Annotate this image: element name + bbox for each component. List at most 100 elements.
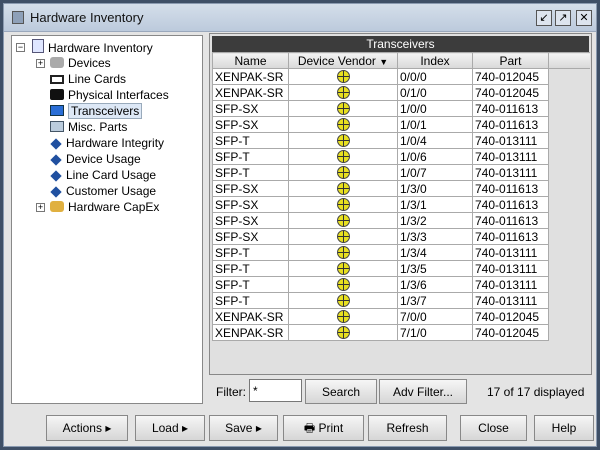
tree-item-hardware-inventory[interactable]: Hardware Inventory bbox=[32, 39, 153, 55]
cell-part: 740-011613 bbox=[472, 116, 549, 133]
cell-device-vendor bbox=[288, 308, 398, 325]
row-filler bbox=[548, 244, 590, 261]
cell-name: SFP-T bbox=[212, 292, 289, 309]
column-header-name[interactable]: Name bbox=[212, 52, 289, 69]
row-filler bbox=[548, 292, 590, 309]
cell-name: SFP-T bbox=[212, 148, 289, 165]
tree-item-label: Devices bbox=[68, 56, 111, 70]
cell-part: 740-012045 bbox=[472, 68, 549, 85]
column-header-label: Device Vendor bbox=[297, 53, 376, 68]
expand-toggle-icon[interactable]: − bbox=[16, 43, 25, 52]
cell-name: XENPAK-SR bbox=[212, 84, 289, 101]
tree-item-device-usage[interactable]: Device Usage bbox=[50, 151, 141, 167]
table-row[interactable]: SFP-T 1/0/6 740-013111 bbox=[212, 148, 590, 165]
cell-index: 1/0/0 bbox=[397, 100, 473, 117]
diamond-icon bbox=[50, 154, 62, 166]
cell-name: SFP-SX bbox=[212, 116, 289, 133]
table-row[interactable]: SFP-T 1/3/6 740-013111 bbox=[212, 276, 590, 293]
table-row[interactable]: XENPAK-SR 0/0/0 740-012045 bbox=[212, 68, 590, 85]
hardware-inventory-window: Hardware Inventory ↙ ↗ ✕ − Hardware Inven… bbox=[3, 3, 597, 447]
maximize-icon[interactable]: ↗ bbox=[555, 10, 571, 26]
cell-name: SFP-T bbox=[212, 260, 289, 277]
close-icon[interactable]: ✕ bbox=[576, 10, 592, 26]
app-icon bbox=[12, 11, 24, 24]
load-button[interactable]: Load ▸ bbox=[135, 415, 205, 441]
tree-item-line-card-usage[interactable]: Line Card Usage bbox=[50, 167, 156, 183]
table-row[interactable]: SFP-T 1/0/4 740-013111 bbox=[212, 132, 590, 149]
transceivers-table: Name Device Vendor ▼ Index Part XENPAK-S… bbox=[212, 52, 590, 341]
cell-part: 740-012045 bbox=[472, 84, 549, 101]
row-filler bbox=[548, 164, 590, 181]
sort-descending-icon: ▼ bbox=[379, 56, 389, 67]
cell-device-vendor bbox=[288, 180, 398, 197]
cell-part: 740-012045 bbox=[472, 324, 549, 341]
cell-index: 1/3/5 bbox=[397, 260, 473, 277]
cell-part: 740-011613 bbox=[472, 228, 549, 245]
print-button[interactable]: 🖶 Print bbox=[283, 415, 364, 441]
cell-index: 1/3/4 bbox=[397, 244, 473, 261]
table-row[interactable]: SFP-SX 1/3/2 740-011613 bbox=[212, 212, 590, 229]
column-header-device-vendor[interactable]: Device Vendor ▼ bbox=[288, 52, 398, 69]
cell-device-vendor bbox=[288, 196, 398, 213]
column-header-part[interactable]: Part bbox=[472, 52, 549, 69]
expand-toggle-icon[interactable]: + bbox=[36, 59, 45, 68]
tree-item-devices[interactable]: Devices bbox=[50, 55, 111, 71]
vendor-globe-icon bbox=[336, 245, 350, 259]
filter-input[interactable] bbox=[249, 379, 302, 402]
row-filler bbox=[548, 116, 590, 133]
line-card-icon bbox=[50, 75, 64, 84]
cell-part: 740-013111 bbox=[472, 260, 549, 277]
actions-button[interactable]: Actions ▸ bbox=[46, 415, 128, 441]
cell-index: 1/0/1 bbox=[397, 116, 473, 133]
cell-device-vendor bbox=[288, 116, 398, 133]
vendor-globe-icon bbox=[336, 101, 350, 115]
save-button[interactable]: Save ▸ bbox=[209, 415, 278, 441]
diamond-icon bbox=[50, 170, 62, 182]
cell-index: 1/3/7 bbox=[397, 292, 473, 309]
table-row[interactable]: SFP-SX 1/0/1 740-011613 bbox=[212, 116, 590, 133]
tree-item-hardware-capex[interactable]: Hardware CapEx bbox=[50, 199, 159, 215]
table-row[interactable]: XENPAK-SR 7/1/0 740-012045 bbox=[212, 324, 590, 341]
tree-item-transceivers[interactable]: Transceivers bbox=[50, 103, 143, 119]
cell-device-vendor bbox=[288, 212, 398, 229]
close-button[interactable]: Close bbox=[460, 415, 527, 441]
vendor-globe-icon bbox=[336, 69, 350, 83]
table-row[interactable]: XENPAK-SR 0/1/0 740-012045 bbox=[212, 84, 590, 101]
table-row[interactable]: SFP-T 1/3/7 740-013111 bbox=[212, 292, 590, 309]
cell-device-vendor bbox=[288, 68, 398, 85]
table-row[interactable]: SFP-SX 1/3/1 740-011613 bbox=[212, 196, 590, 213]
navigation-tree: − Hardware Inventory + Devices Line Cards Phy… bbox=[11, 35, 203, 404]
cell-device-vendor bbox=[288, 164, 398, 181]
table-row[interactable]: SFP-SX 1/3/3 740-011613 bbox=[212, 228, 590, 245]
expand-toggle-icon[interactable]: + bbox=[36, 203, 45, 212]
table-row[interactable]: XENPAK-SR 7/0/0 740-012045 bbox=[212, 308, 590, 325]
cell-device-vendor bbox=[288, 100, 398, 117]
help-button[interactable]: Help bbox=[534, 415, 594, 441]
transceiver-icon bbox=[50, 105, 64, 116]
restore-icon[interactable]: ↙ bbox=[536, 10, 552, 26]
cell-index: 0/0/0 bbox=[397, 68, 473, 85]
column-header-index[interactable]: Index bbox=[397, 52, 473, 69]
tree-item-misc-parts[interactable]: Misc. Parts bbox=[50, 119, 127, 135]
table-row[interactable]: SFP-SX 1/3/0 740-011613 bbox=[212, 180, 590, 197]
table-row[interactable]: SFP-T 1/3/5 740-013111 bbox=[212, 260, 590, 277]
cell-part: 740-013111 bbox=[472, 148, 549, 165]
tree-item-physical-interfaces[interactable]: Physical Interfaces bbox=[50, 87, 169, 103]
refresh-button[interactable]: Refresh bbox=[368, 415, 447, 441]
cell-index: 1/0/4 bbox=[397, 132, 473, 149]
search-button[interactable]: Search bbox=[305, 379, 377, 404]
column-filler bbox=[548, 52, 590, 69]
cell-device-vendor bbox=[288, 84, 398, 101]
cell-name: SFP-T bbox=[212, 132, 289, 149]
tree-item-line-cards[interactable]: Line Cards bbox=[50, 71, 126, 87]
row-filler bbox=[548, 308, 590, 325]
table-row[interactable]: SFP-T 1/3/4 740-013111 bbox=[212, 244, 590, 261]
tree-item-hardware-integrity[interactable]: Hardware Integrity bbox=[50, 135, 164, 151]
table-row[interactable]: SFP-T 1/0/7 740-013111 bbox=[212, 164, 590, 181]
tree-item-customer-usage[interactable]: Customer Usage bbox=[50, 183, 156, 199]
adv-filter-button[interactable]: Adv Filter... bbox=[379, 379, 467, 404]
table-row[interactable]: SFP-SX 1/0/0 740-011613 bbox=[212, 100, 590, 117]
title-bar: Hardware Inventory ↙ ↗ ✕ bbox=[4, 4, 596, 32]
print-label: Print bbox=[318, 421, 344, 435]
cell-index: 1/3/0 bbox=[397, 180, 473, 197]
